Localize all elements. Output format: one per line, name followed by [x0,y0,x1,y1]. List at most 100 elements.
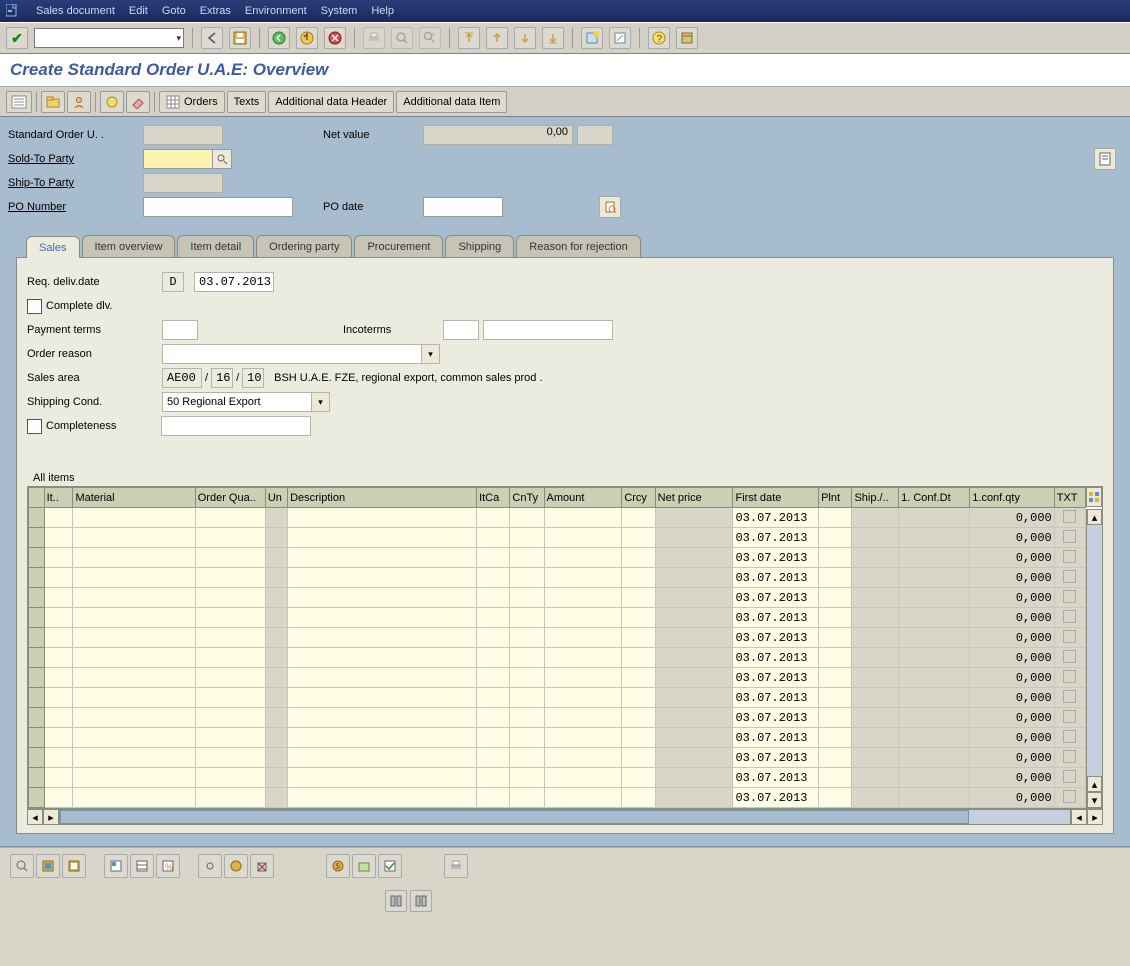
grid-cell[interactable] [477,788,510,808]
grid-cell[interactable] [288,528,477,548]
grid-cell[interactable] [899,528,970,548]
grid-cell[interactable] [510,568,544,588]
grid-cell[interactable] [655,588,733,608]
grid-col-cnty[interactable]: CnTy [510,488,544,508]
grid-cell[interactable] [1054,648,1085,668]
grid-cell[interactable] [655,608,733,628]
table-row[interactable]: 03.07.20130,000 [29,648,1086,668]
grid-col-txt[interactable]: TXT [1054,488,1085,508]
scrollbar-track[interactable] [59,809,1071,825]
grid-cell[interactable]: 0,000 [970,648,1054,668]
grid-cell[interactable]: 0,000 [970,628,1054,648]
po-search-button[interactable] [599,196,621,218]
bt-propose-items-button[interactable] [378,854,402,878]
grid-cell[interactable] [288,748,477,768]
grid-cell[interactable] [510,708,544,728]
grid-cell[interactable] [477,708,510,728]
completeness-checkbox[interactable] [27,419,42,434]
row-selector[interactable] [29,628,45,648]
help-button[interactable]: ? [648,27,670,49]
ship-to-party-label[interactable]: Ship-To Party [8,177,143,189]
grid-cell[interactable] [899,708,970,728]
print-button[interactable] [363,27,385,49]
grid-cell[interactable] [73,528,195,548]
txt-checkbox[interactable] [1063,510,1076,523]
txt-checkbox[interactable] [1063,670,1076,683]
grid-select-all[interactable] [29,488,45,508]
grid-cell[interactable] [477,628,510,648]
new-session-button[interactable] [581,27,603,49]
grid-cell[interactable] [288,608,477,628]
bt-availability-button[interactable] [352,854,376,878]
grid-cell[interactable] [288,648,477,668]
grid-cell[interactable] [477,568,510,588]
grid-cell[interactable] [1054,688,1085,708]
table-row[interactable]: 03.07.20130,000 [29,768,1086,788]
grid-cell[interactable]: 03.07.2013 [733,628,819,648]
grid-cell[interactable] [288,668,477,688]
grid-col-1-conf-qty[interactable]: 1.conf.qty [970,488,1054,508]
grid-cell[interactable] [510,608,544,628]
grid-cell[interactable] [819,568,852,588]
grid-col-1-conf-dt[interactable]: 1. Conf.Dt [899,488,970,508]
grid-col-un[interactable]: Un [265,488,287,508]
row-selector[interactable] [29,508,45,528]
scroll-up-button[interactable]: ▴ [1087,509,1102,525]
table-row[interactable]: 03.07.20130,000 [29,688,1086,708]
grid-cell[interactable] [195,548,265,568]
table-row[interactable]: 03.07.20130,000 [29,728,1086,748]
txt-checkbox[interactable] [1063,710,1076,723]
grid-cell[interactable] [288,628,477,648]
grid-cell[interactable] [655,628,733,648]
scroll-left-button[interactable]: ▸ [43,809,59,825]
po-number-input[interactable] [143,197,293,217]
table-row[interactable]: 03.07.20130,000 [29,548,1086,568]
grid-cell[interactable] [544,648,622,668]
tab-ordering-party[interactable]: Ordering party [256,235,352,257]
grid-cell[interactable] [195,768,265,788]
grid-cell[interactable] [899,688,970,708]
grid-cell[interactable] [265,708,287,728]
grid-cell[interactable] [510,788,544,808]
grid-cell[interactable] [852,788,899,808]
grid-cell[interactable] [852,768,899,788]
grid-cell[interactable] [819,728,852,748]
grid-cell[interactable] [819,588,852,608]
grid-col-description[interactable]: Description [288,488,477,508]
grid-cell[interactable] [544,688,622,708]
grid-cell[interactable] [477,688,510,708]
scroll-down-button[interactable]: ▾ [1087,792,1102,808]
grid-cell[interactable] [544,628,622,648]
grid-cell[interactable] [622,548,655,568]
grid-cell[interactable] [655,768,733,788]
header-button-2[interactable] [67,91,91,113]
grid-cell[interactable] [510,508,544,528]
grid-cell[interactable]: 03.07.2013 [733,528,819,548]
dropdown-icon[interactable]: ▾ [176,33,181,44]
grid-cell[interactable] [819,768,852,788]
find-next-button[interactable]: + [419,27,441,49]
grid-cell[interactable]: 0,000 [970,588,1054,608]
tab-procurement[interactable]: Procurement [354,235,443,257]
incoterms1-input[interactable] [443,320,479,340]
grid-cell[interactable] [852,568,899,588]
grid-cell[interactable] [195,668,265,688]
grid-cell[interactable] [655,788,733,808]
table-row[interactable]: 03.07.20130,000 [29,568,1086,588]
txt-checkbox[interactable] [1063,790,1076,803]
menu-goto[interactable]: Goto [162,5,186,17]
grid-cell[interactable] [510,628,544,648]
txt-checkbox[interactable] [1063,650,1076,663]
complete-dlv-checkbox[interactable] [27,299,42,314]
grid-config-button[interactable] [1086,487,1102,507]
grid-cell[interactable] [44,548,73,568]
row-selector[interactable] [29,528,45,548]
grid-cell[interactable] [899,748,970,768]
grid-cell[interactable] [510,728,544,748]
txt-checkbox[interactable] [1063,630,1076,643]
grid-cell[interactable]: 03.07.2013 [733,688,819,708]
grid-cell[interactable] [477,748,510,768]
grid-cell[interactable] [852,528,899,548]
grid-cell[interactable] [819,648,852,668]
grid-cell[interactable] [1054,568,1085,588]
